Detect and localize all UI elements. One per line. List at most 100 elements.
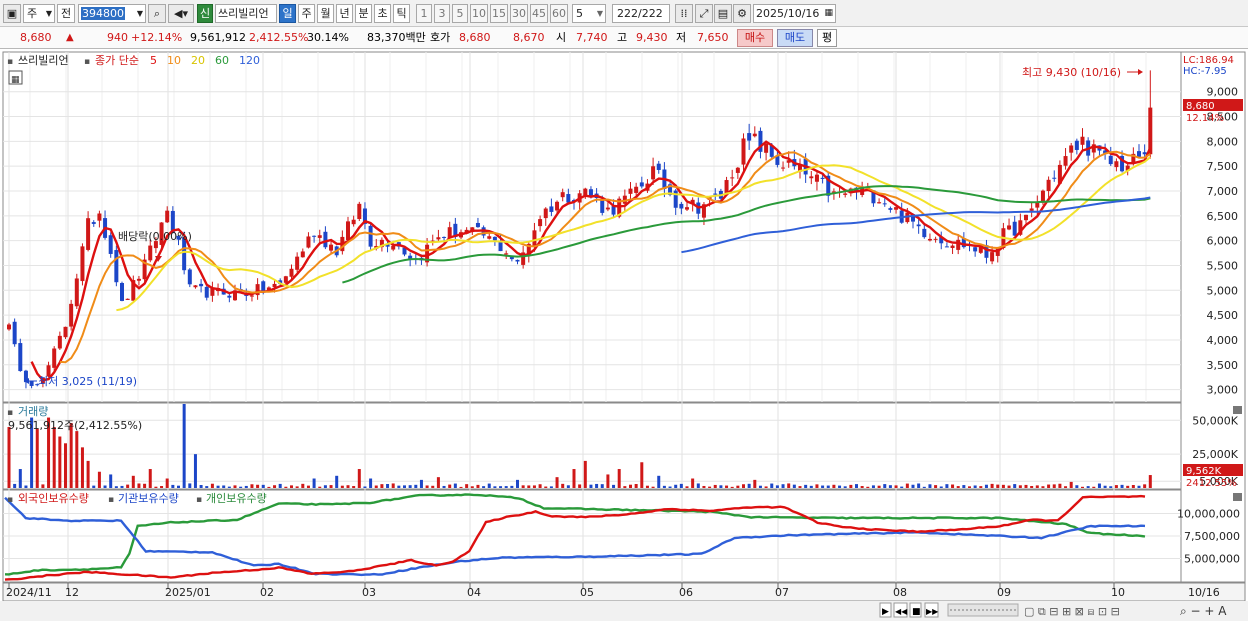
date-input[interactable]: 2025/10/16 ▦ xyxy=(753,4,836,23)
candle-body xyxy=(809,176,814,179)
search-icon[interactable]: ⌕ xyxy=(148,4,166,23)
price-tick-label: 4,000 xyxy=(1207,334,1239,347)
volume-bar xyxy=(7,427,11,488)
low-value: 7,650 xyxy=(697,31,729,44)
candle-body xyxy=(391,245,396,250)
candle-body xyxy=(199,283,204,287)
market-select[interactable]: 주 ▼ xyxy=(23,4,55,23)
volume-bar xyxy=(126,484,130,488)
chevron-down-icon: ▼ xyxy=(45,9,52,18)
period-button-4[interactable]: 분 xyxy=(355,4,372,23)
period-button-2[interactable]: 월 xyxy=(317,4,334,23)
interval-input[interactable]: 5 ▼ xyxy=(572,4,606,23)
volume-bar xyxy=(1013,484,1017,488)
market-label: 주 xyxy=(27,7,38,20)
high-label: 고 xyxy=(617,31,628,44)
volume-bar xyxy=(595,483,599,488)
chart-menu-icon[interactable]: ▣ xyxy=(3,4,21,23)
interval-button-7[interactable]: 60 xyxy=(550,4,568,23)
sell-button[interactable]: 매도 xyxy=(777,29,813,47)
buy-button[interactable]: 매수 xyxy=(737,29,773,47)
volume-bar xyxy=(708,486,712,488)
average-button[interactable]: 평 xyxy=(817,29,837,47)
foreign-label: 외국인보유수량 xyxy=(18,492,89,505)
volume-info: 9,561,912주(2,412.55%) xyxy=(8,419,142,432)
volume-bar xyxy=(18,469,22,488)
holding-close-icon[interactable] xyxy=(1233,493,1242,501)
volume-bar xyxy=(80,447,84,488)
max-annotation: 최고 9,430 (10/16) xyxy=(1022,66,1121,79)
x-axis-label: 08 xyxy=(893,586,907,599)
candle-body xyxy=(346,221,350,241)
candle-body xyxy=(475,222,480,228)
interval-button-5[interactable]: 30 xyxy=(510,4,528,23)
interval-button-2[interactable]: 5 xyxy=(452,4,468,23)
stock-chart[interactable]: 3,000 3,500 4,000 4,500 5,000 5,500 6,000 6,500… xyxy=(0,50,1248,621)
candle-body xyxy=(351,219,356,225)
stock-code-input[interactable]: 394800 ▼ xyxy=(78,4,146,23)
volume-bar xyxy=(809,485,813,488)
zoom-icons[interactable]: ⌕ − + A xyxy=(1180,604,1227,618)
stock-name-field[interactable]: 쓰리빌리언 xyxy=(215,4,277,23)
interval-button-0[interactable]: 1 xyxy=(416,4,432,23)
volume-bar xyxy=(922,486,926,488)
gear-icon[interactable]: ⚙ xyxy=(733,4,751,23)
volume-bar xyxy=(278,483,282,488)
price-panel-stock-name: 쓰리빌리언 xyxy=(18,54,69,67)
layout-icons[interactable]: ▢ ⧉ ⊟ ⊞ ⊠ ⧈ ⊡ ⊟ xyxy=(1024,605,1120,618)
candle-body xyxy=(950,245,955,249)
x-axis-label: 06 xyxy=(679,586,693,599)
volume-bar xyxy=(114,486,118,488)
candle-body xyxy=(973,247,978,252)
period-button-1[interactable]: 주 xyxy=(298,4,315,23)
volume-bar xyxy=(775,485,779,488)
candle-body xyxy=(730,177,735,179)
volume-bar xyxy=(871,485,875,488)
x-axis-right-label: 10/16 xyxy=(1188,586,1220,599)
volume-bar xyxy=(521,485,525,488)
volume-tick-label: 25,000K xyxy=(1192,448,1238,461)
x-axis-label: 2025/01 xyxy=(165,586,211,599)
tool-icon[interactable]: ⤢ xyxy=(695,4,713,23)
save-icon[interactable]: ▤ xyxy=(714,4,732,23)
candle-body xyxy=(600,199,605,213)
price-tick-label: 3,500 xyxy=(1207,359,1239,372)
volume-bar xyxy=(725,485,729,488)
candle-body xyxy=(91,222,96,224)
volume-ratio: 2,412.55% xyxy=(249,31,309,44)
interval-button-3[interactable]: 10 xyxy=(470,4,488,23)
period-button-6[interactable]: 틱 xyxy=(393,4,410,23)
grid-icon[interactable]: ⁞⁞ xyxy=(675,4,693,23)
period-button-5[interactable]: 초 xyxy=(374,4,391,23)
interval-button-1[interactable]: 3 xyxy=(434,4,450,23)
volume-last-tag-text: 9,562K xyxy=(1186,466,1222,477)
candle-body xyxy=(685,207,689,210)
candle-body xyxy=(566,194,571,203)
volume-bar xyxy=(453,483,457,488)
lc-label: LC:186.94 xyxy=(1183,55,1234,66)
candle-body xyxy=(1007,225,1012,230)
volume-bar xyxy=(374,485,378,488)
count-field[interactable]: 222/222 xyxy=(612,4,670,23)
volume-close-icon[interactable] xyxy=(1233,406,1242,414)
volume-bar xyxy=(1018,485,1022,488)
period-button-3[interactable]: 년 xyxy=(336,4,353,23)
x-axis-label: 04 xyxy=(467,586,481,599)
volume-bar xyxy=(233,485,237,488)
interval-button-6[interactable]: 45 xyxy=(530,4,548,23)
candle-body xyxy=(509,257,514,260)
interval-button-4[interactable]: 15 xyxy=(490,4,508,23)
volume-bar xyxy=(849,484,853,488)
x-axis-label: 2024/11 xyxy=(6,586,52,599)
candle-body xyxy=(1080,136,1085,145)
volume-bar xyxy=(323,485,327,488)
sound-icon[interactable]: ◀▾ xyxy=(168,4,194,23)
holding-tick-label: 7,500,000 xyxy=(1184,530,1240,543)
volume-bar xyxy=(764,486,768,488)
count-total: /222 xyxy=(638,7,663,20)
period-button-0[interactable]: 일 xyxy=(279,4,296,23)
volume-bar xyxy=(1041,486,1045,488)
prev-button[interactable]: 전 xyxy=(57,4,75,23)
volume-bar xyxy=(482,486,486,488)
candle-body xyxy=(916,224,921,227)
